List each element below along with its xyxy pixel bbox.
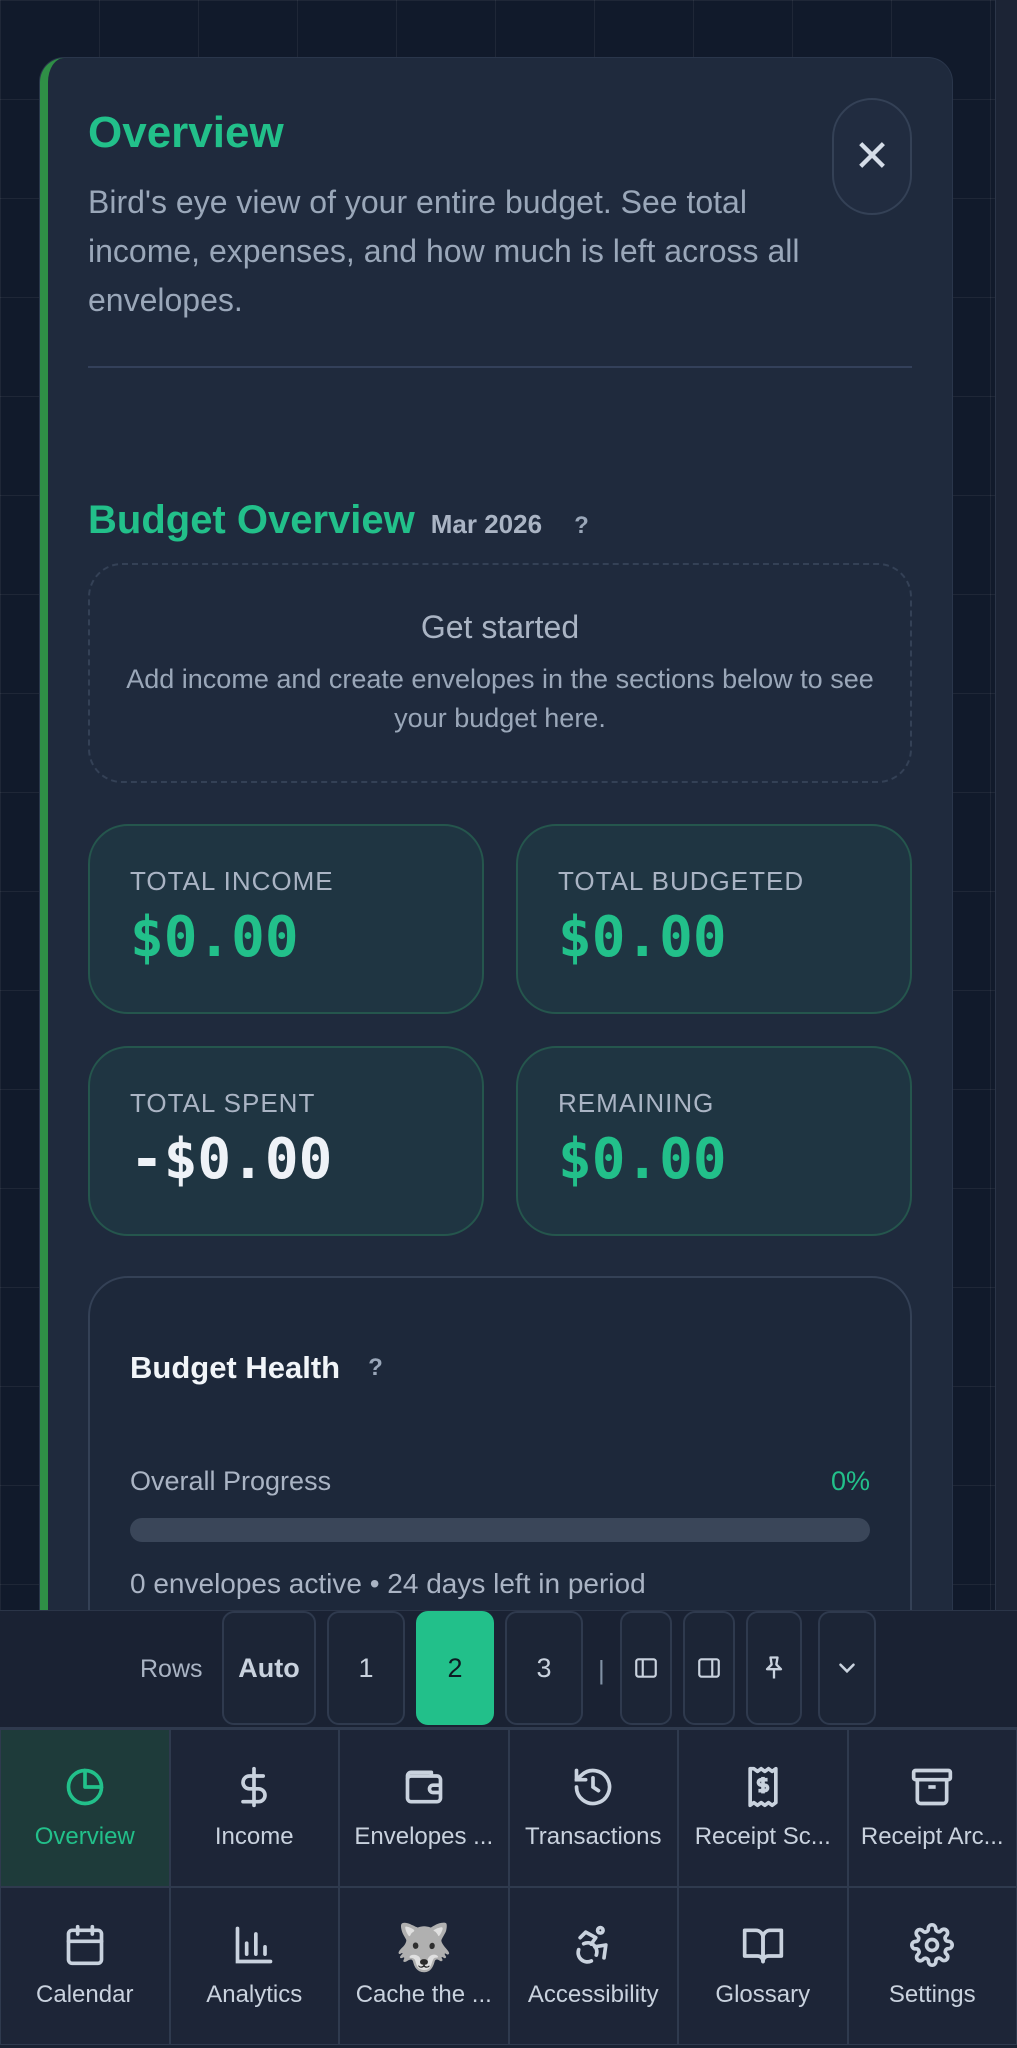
stat-value: $0.00 bbox=[558, 905, 727, 970]
nav-item-analytics[interactable]: Analytics bbox=[169, 1887, 339, 2045]
help-icon[interactable]: ? bbox=[368, 1354, 383, 1382]
nav-label: Overview bbox=[34, 1823, 135, 1850]
wallet-icon bbox=[405, 1770, 443, 1804]
nav-item-accessibility[interactable]: Accessibility bbox=[508, 1887, 678, 2045]
book-icon bbox=[742, 1928, 783, 1964]
accessibility-icon bbox=[576, 1925, 608, 1964]
progress-label: Overall Progress bbox=[130, 1466, 332, 1496]
bar-chart-icon bbox=[235, 1926, 273, 1964]
wolf-icon: 🐺 bbox=[395, 1921, 453, 1973]
nav-item-income[interactable]: Income bbox=[169, 1729, 339, 1887]
stat-value: $0.00 bbox=[558, 1127, 727, 1192]
stat-label: TOTAL SPENT bbox=[130, 1088, 316, 1118]
health-footer: 0 envelopes active • 24 days left in per… bbox=[130, 1568, 646, 1599]
chevron-down-icon bbox=[839, 1663, 855, 1674]
budget-health-title: Budget Health bbox=[130, 1350, 341, 1385]
dollar-icon bbox=[241, 1766, 268, 1808]
nav-item-calendar[interactable]: Calendar bbox=[0, 1887, 170, 2045]
collapse-button[interactable] bbox=[818, 1611, 876, 1725]
rows-toolbar: Rows Auto 1 2 3 | bbox=[0, 1610, 1017, 1727]
nav-label: Income bbox=[214, 1823, 294, 1850]
rows-1-button[interactable]: 1 bbox=[327, 1611, 405, 1725]
nav-item-envelopes[interactable]: Envelopes ... bbox=[339, 1729, 509, 1887]
archive-icon bbox=[912, 1768, 953, 1806]
budget-month: Mar 2026 bbox=[430, 509, 543, 539]
get-started-box: Get started Add income and create envelo… bbox=[88, 563, 912, 783]
nav-label: Cache the ... bbox=[355, 1981, 492, 2008]
nav-label: Analytics bbox=[206, 1981, 303, 2008]
panel-description: Bird's eye view of your entire budget. S… bbox=[88, 184, 800, 318]
divider bbox=[88, 366, 912, 368]
pin-icon bbox=[765, 1656, 783, 1679]
rows-3-button[interactable]: 3 bbox=[505, 1611, 583, 1725]
rows-2-button[interactable]: 2 bbox=[416, 1611, 494, 1725]
nav-label: Transactions bbox=[525, 1823, 662, 1850]
pie-chart-icon bbox=[66, 1768, 104, 1806]
nav-item-transactions[interactable]: Transactions bbox=[508, 1729, 678, 1887]
gear-icon bbox=[910, 1923, 955, 1967]
nav-item-glossary[interactable]: Glossary bbox=[678, 1887, 848, 2045]
get-started-title: Get started bbox=[420, 608, 580, 645]
calendar-icon bbox=[66, 1924, 104, 1966]
nav-label: Receipt Sc... bbox=[694, 1823, 831, 1850]
budget-overview-header: Budget Overview Mar 2026 ? bbox=[88, 498, 589, 543]
stat-label: TOTAL INCOME bbox=[130, 866, 334, 896]
stat-label: REMAINING bbox=[558, 1088, 715, 1118]
scroll-edge bbox=[995, 0, 1017, 1610]
rows-label: Rows bbox=[140, 1655, 203, 1683]
nav-item-overview[interactable]: Overview bbox=[0, 1729, 170, 1887]
panel-right-icon bbox=[698, 1658, 720, 1678]
history-icon bbox=[574, 1768, 612, 1806]
overview-panel: Overview Bird's eye view of your entire … bbox=[40, 58, 952, 1618]
nav-label: Glossary bbox=[715, 1981, 811, 2008]
stat-total-budgeted: TOTAL BUDGETED $0.00 bbox=[516, 824, 912, 1014]
nav-item-receipt-scanner[interactable]: Receipt Sc... bbox=[678, 1729, 848, 1887]
nav-label: Accessibility bbox=[527, 1981, 659, 2008]
rows-auto-button[interactable]: Auto bbox=[222, 1611, 316, 1725]
stat-remaining: REMAINING $0.00 bbox=[516, 1046, 912, 1236]
panel-title: Overview bbox=[88, 108, 284, 157]
stat-value: $0.00 bbox=[130, 905, 299, 970]
nav-label: Envelopes ... bbox=[354, 1823, 494, 1850]
get-started-text: Add income and create envelopes in the s… bbox=[126, 663, 874, 733]
nav-label: Receipt Arc... bbox=[860, 1823, 1004, 1850]
help-icon[interactable]: ? bbox=[574, 512, 589, 540]
panel-left-icon bbox=[635, 1658, 657, 1678]
stat-label: TOTAL BUDGETED bbox=[558, 866, 805, 896]
receipt-icon bbox=[748, 1766, 778, 1808]
progress-row: Overall Progress 0% bbox=[130, 1466, 870, 1497]
nav-item-settings[interactable]: Settings bbox=[847, 1887, 1017, 2045]
progress-bar bbox=[130, 1518, 870, 1542]
nav-item-receipt-archive[interactable]: Receipt Arc... bbox=[847, 1729, 1017, 1887]
pin-button[interactable] bbox=[746, 1611, 802, 1725]
stat-value: -$0.00 bbox=[130, 1127, 333, 1192]
close-icon: ✕ bbox=[853, 132, 891, 181]
stat-total-income: TOTAL INCOME $0.00 bbox=[88, 824, 484, 1014]
budget-overview-title: Budget Overview bbox=[88, 498, 415, 542]
progress-percent: 0% bbox=[830, 1466, 870, 1496]
close-button[interactable]: ✕ bbox=[832, 98, 912, 215]
right-panel-button[interactable] bbox=[683, 1611, 735, 1725]
bottom-nav: Overview Income Envelopes ... Transactio… bbox=[0, 1727, 1017, 2048]
nav-label: Settings bbox=[888, 1981, 976, 2008]
budget-health-card: Budget Health ? Overall Progress 0% 0 en… bbox=[88, 1276, 912, 1618]
budget-health-header: Budget Health ? bbox=[130, 1350, 383, 1386]
stat-total-spent: TOTAL SPENT -$0.00 bbox=[88, 1046, 484, 1236]
left-panel-button[interactable] bbox=[620, 1611, 672, 1725]
nav-label: Calendar bbox=[36, 1981, 134, 2008]
nav-item-cache[interactable]: 🐺 Cache the ... bbox=[339, 1887, 509, 2045]
toolbar-separator: | bbox=[598, 1655, 605, 1685]
